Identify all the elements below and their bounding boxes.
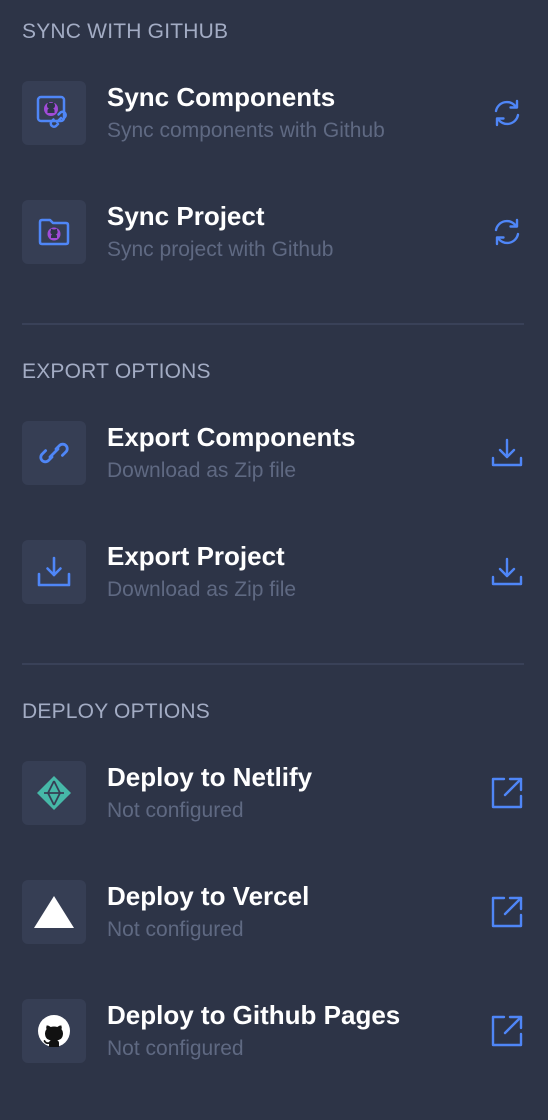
item-title: Export Project <box>107 541 285 571</box>
section-title-export: EXPORT OPTIONS <box>22 360 211 383</box>
item-title: Deploy to Netlify <box>107 762 313 792</box>
export-project-item[interactable]: Export Project Download as Zip file <box>0 540 548 620</box>
sync-components-item[interactable]: Sync Components Sync components with Git… <box>0 81 548 161</box>
divider <box>22 323 524 325</box>
github-link-icon <box>22 81 86 145</box>
item-title: Deploy to Vercel <box>107 881 310 911</box>
deploy-github-pages-item[interactable]: Deploy to Github Pages Not configured <box>0 999 548 1079</box>
section-title-deploy: DEPLOY OPTIONS <box>22 700 210 723</box>
download-tray-icon <box>22 540 86 604</box>
external-link-icon[interactable] <box>489 894 525 930</box>
vercel-icon <box>22 880 86 944</box>
export-panel: SYNC WITH GITHUB Sync Components Sync co… <box>0 0 548 1120</box>
deploy-netlify-item[interactable]: Deploy to Netlify Not configured <box>0 761 548 841</box>
section-title-sync: SYNC WITH GITHUB <box>22 20 229 43</box>
download-icon[interactable] <box>489 435 525 471</box>
item-subtitle: Not configured <box>107 799 244 822</box>
sync-icon[interactable] <box>489 95 525 131</box>
sync-icon[interactable] <box>489 214 525 250</box>
deploy-vercel-item[interactable]: Deploy to Vercel Not configured <box>0 880 548 960</box>
export-components-item[interactable]: Export Components Download as Zip file <box>0 421 548 501</box>
item-title: Export Components <box>107 422 356 452</box>
item-subtitle: Sync project with Github <box>107 238 334 261</box>
github-icon <box>22 999 86 1063</box>
external-link-icon[interactable] <box>489 775 525 811</box>
netlify-icon <box>22 761 86 825</box>
item-title: Sync Project <box>107 201 265 231</box>
item-subtitle: Download as Zip file <box>107 459 297 482</box>
sync-project-item[interactable]: Sync Project Sync project with Github <box>0 200 548 280</box>
github-folder-icon <box>22 200 86 264</box>
item-subtitle: Sync components with Github <box>107 119 385 142</box>
item-title: Deploy to Github Pages <box>107 1000 401 1030</box>
divider <box>22 663 524 665</box>
download-icon[interactable] <box>489 554 525 590</box>
external-link-icon[interactable] <box>489 1013 525 1049</box>
link-icon <box>22 421 86 485</box>
item-subtitle: Not configured <box>107 918 244 941</box>
item-title: Sync Components <box>107 82 336 112</box>
item-subtitle: Download as Zip file <box>107 578 297 601</box>
item-subtitle: Not configured <box>107 1037 244 1060</box>
